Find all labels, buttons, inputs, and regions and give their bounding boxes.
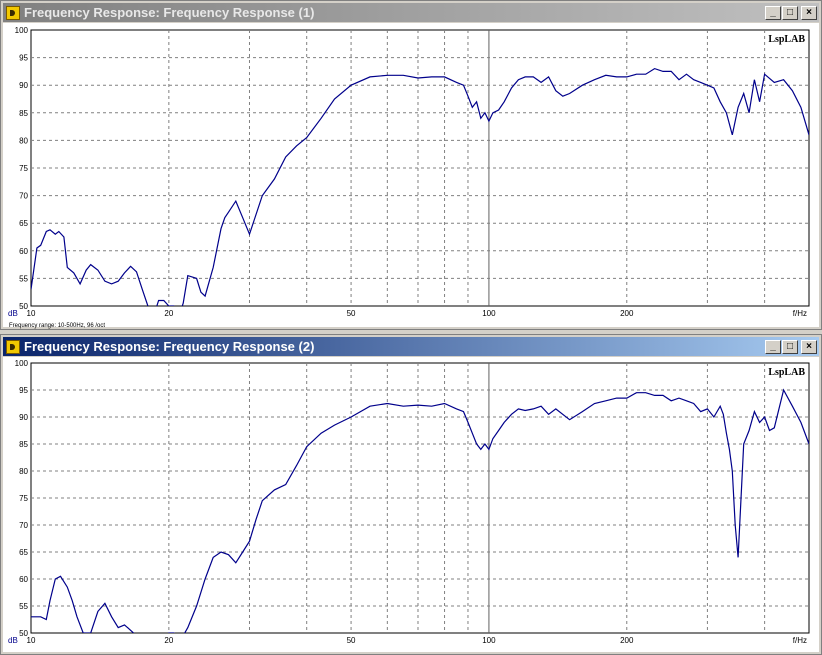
maximize-button[interactable]: □ <box>782 5 798 20</box>
window-title: Frequency Response: Frequency Response (… <box>24 5 315 20</box>
close-icon: × <box>806 6 812 18</box>
minimize-button[interactable]: _ <box>765 339 781 354</box>
frequency-response-window-2: Frequency Response: Frequency Response (… <box>0 334 822 655</box>
close-button[interactable]: × <box>801 339 817 354</box>
minimize-icon: _ <box>770 340 776 352</box>
chart-panel: 50 55 60 65 70 75 80 85 90 95 100 10 20 50 100 200 dB f/H… <box>3 23 819 327</box>
y-axis-label: dB <box>8 636 18 645</box>
minimize-button[interactable]: _ <box>765 5 781 20</box>
y-tick-label: 95 <box>19 386 28 395</box>
y-tick-label: 65 <box>19 219 28 228</box>
y-tick-label: 90 <box>19 81 28 90</box>
y-tick-label: 95 <box>19 54 28 63</box>
frequency-response-chart-2: 5055606570758085909510010 20 50 100 200dB f/H… <box>8 359 810 645</box>
minimize-icon: _ <box>770 6 776 18</box>
x-tick-label: 100 <box>482 309 496 318</box>
x-tick-label: 50 <box>347 636 356 645</box>
speaker-icon <box>6 339 20 354</box>
x-axis-label: f/Hz <box>793 636 807 645</box>
frequency-response-window-1: Frequency Response: Frequency Response (… <box>0 0 822 330</box>
y-tick-label: 85 <box>19 440 28 449</box>
x-tick-label: 20 <box>164 309 173 318</box>
maximize-button[interactable]: □ <box>782 339 798 354</box>
window-controls: _ □ × <box>764 339 817 354</box>
x-axis-label: f/Hz <box>793 309 807 318</box>
y-tick-label: 55 <box>19 602 28 611</box>
title-bar[interactable]: Frequency Response: Frequency Response (… <box>3 3 819 22</box>
y-tick-label: 70 <box>19 192 28 201</box>
y-tick-label: 75 <box>19 164 28 173</box>
window-title: Frequency Response: Frequency Response (… <box>24 339 315 354</box>
speaker-icon <box>6 5 20 20</box>
close-button[interactable]: × <box>801 5 817 20</box>
brand-label: LspLAB <box>768 34 805 45</box>
y-tick-label: 80 <box>19 136 28 145</box>
window-controls: _ □ × <box>764 5 817 20</box>
y-tick-label: 90 <box>19 413 28 422</box>
maximize-icon: □ <box>786 340 794 352</box>
x-tick-label: 20 <box>164 636 173 645</box>
x-tick-label: 50 <box>347 309 356 318</box>
title-bar[interactable]: Frequency Response: Frequency Response (… <box>3 337 819 356</box>
y-axis-label: dB <box>8 309 18 318</box>
brand-label: LspLAB <box>768 367 805 378</box>
y-tick-label: 65 <box>19 548 28 557</box>
y-tick-label: 70 <box>19 521 28 530</box>
y-tick-label: 85 <box>19 109 28 118</box>
status-text: Frequency range: 10-500Hz, 96 /oct <box>9 323 106 329</box>
x-tick-label: 100 <box>482 636 496 645</box>
maximize-icon: □ <box>786 6 794 18</box>
x-tick-label: 10 <box>27 636 36 645</box>
y-tick-label: 100 <box>15 359 29 368</box>
y-tick-label: 60 <box>19 247 28 256</box>
chart-panel: 50 55 60 65 70 75 80 85 90 95 100 10 20 50 100 200 dB f/H… <box>3 357 819 652</box>
y-tick-label: 75 <box>19 494 28 503</box>
x-tick-label: 200 <box>620 636 634 645</box>
x-tick-label: 200 <box>620 309 634 318</box>
y-tick-label: 55 <box>19 274 28 283</box>
x-tick-label: 10 <box>27 309 36 318</box>
close-icon: × <box>806 340 812 352</box>
y-tick-label: 80 <box>19 467 28 476</box>
frequency-response-chart-1: 5055606570758085909510010 20 50 100 200dB f/H… <box>8 26 810 318</box>
y-tick-label: 100 <box>15 26 29 35</box>
y-tick-label: 60 <box>19 575 28 584</box>
